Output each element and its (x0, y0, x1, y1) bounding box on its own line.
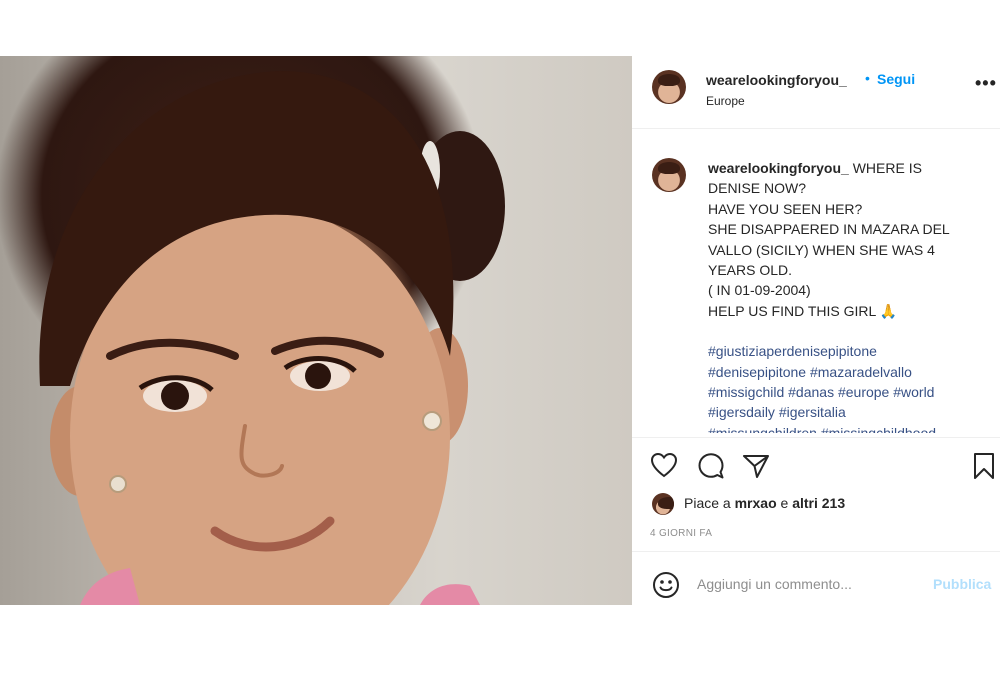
header-divider (632, 128, 1000, 129)
liker-username[interactable]: mrxao (735, 495, 777, 511)
caption-username[interactable]: wearelookingforyou_ (708, 160, 849, 176)
post-location[interactable]: Europe (706, 94, 745, 108)
heart-icon[interactable] (650, 452, 678, 478)
liker-avatar[interactable] (652, 493, 674, 515)
hashtag-line[interactable]: #denisepipitone #mazaradelvallo (708, 362, 988, 382)
follow-separator: • (865, 70, 870, 86)
comment-divider (632, 551, 1000, 552)
caption-line: VALLO (SICILY) WHEN SHE WAS 4 (708, 241, 935, 258)
hashtag-line[interactable]: #missungchildren #missingchildhood (708, 423, 988, 433)
hashtag-line[interactable]: #igersdaily #igersitalia (708, 402, 988, 422)
author-avatar[interactable] (652, 70, 686, 104)
caption-line: DENISE NOW? (708, 180, 807, 197)
comment-input[interactable]: Aggiungi un commento... (697, 576, 852, 592)
caption-line: HAVE YOU SEEN HER? (708, 200, 863, 217)
actions-divider (632, 437, 1000, 438)
post-side-panel: wearelookingforyou_ • Segui Europe ••• w… (632, 56, 1000, 605)
likes-summary[interactable]: Piace a mrxao e altri 213 (684, 495, 845, 511)
hashtag-line[interactable]: #missigchild #danas #europe #world (708, 382, 988, 402)
post-caption: wearelookingforyou_ WHERE IS DENISE NOW?… (708, 158, 988, 433)
caption-line: ( IN 01-09-2004) (708, 282, 811, 299)
caption-author-avatar[interactable] (652, 158, 686, 192)
comment-icon[interactable] (697, 452, 725, 480)
send-icon[interactable] (742, 453, 770, 479)
caption-line: WHERE IS (852, 160, 922, 176)
likes-others[interactable]: altri 213 (792, 495, 845, 511)
likes-prefix: Piace a (684, 495, 735, 511)
caption-line: SHE DISAPPAERED IN MAZARA DEL (708, 221, 950, 238)
author-username[interactable]: wearelookingforyou_ (706, 72, 847, 88)
caption-line: YEARS OLD. (708, 262, 793, 279)
caption-line: HELP US FIND THIS GIRL 🙏 (708, 302, 898, 319)
post-photo[interactable] (0, 56, 632, 605)
girl-portrait-illustration (39, 71, 505, 605)
emoji-icon[interactable] (652, 571, 680, 599)
publish-button[interactable]: Pubblica (933, 576, 991, 592)
post-date[interactable]: 4 GIORNI FA (650, 528, 712, 539)
bookmark-icon[interactable] (972, 452, 996, 480)
hashtag-line[interactable]: #giustiziaperdenisepipitone (708, 341, 988, 361)
more-icon[interactable]: ••• (975, 74, 997, 92)
follow-button[interactable]: Segui (877, 71, 915, 87)
likes-middle: e (776, 495, 793, 511)
